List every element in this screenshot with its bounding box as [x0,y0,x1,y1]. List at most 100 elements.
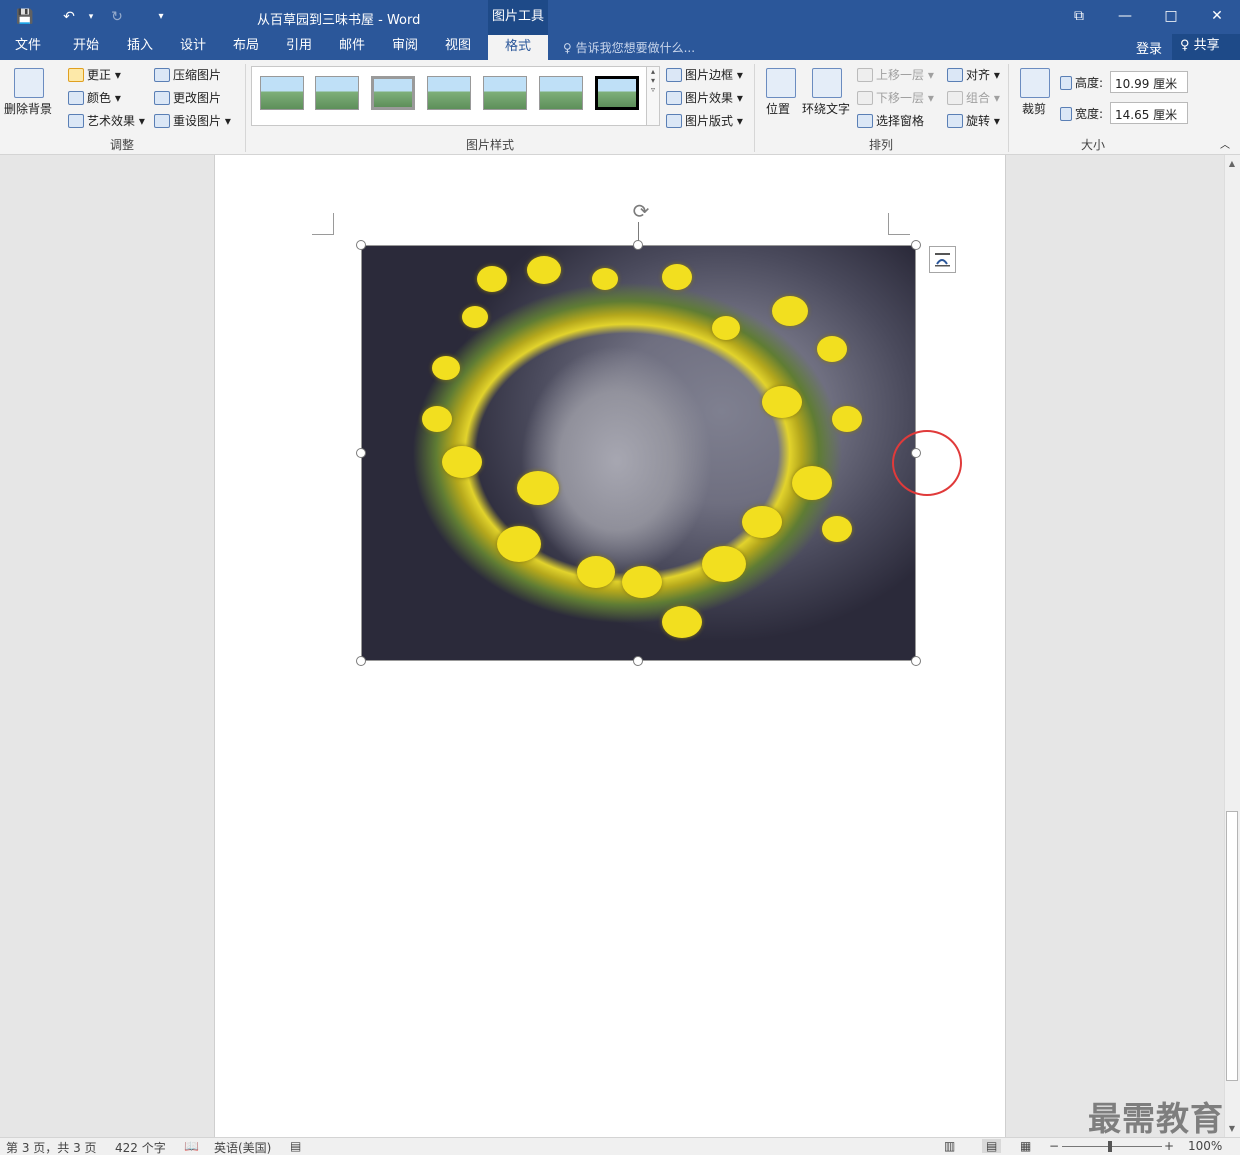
tab-mailings[interactable]: 邮件 [328,34,376,60]
height-input[interactable]: 10.99 厘米 [1110,71,1188,93]
picture-style-thumbnail[interactable] [315,76,359,110]
position-button[interactable]: 位置 [766,100,790,117]
tab-home[interactable]: 开始 [62,34,110,60]
tab-format[interactable]: 格式 [488,34,548,60]
wrap-text-icon[interactable] [812,68,842,98]
web-layout-icon[interactable]: ▦ [1020,1139,1031,1153]
color-icon [68,90,84,105]
tab-layout[interactable]: 布局 [222,34,270,60]
compress-label: 压缩图片 [173,68,222,82]
maximize-button[interactable]: □ [1158,4,1184,28]
resize-handle-bottom-left[interactable] [356,656,366,666]
position-icon[interactable] [766,68,796,98]
zoom-out-icon[interactable]: − [1049,1139,1059,1153]
picture-layout-button[interactable]: 图片版式 ▾ [666,112,743,129]
remove-background-button[interactable]: 删除背景 [4,100,52,117]
rotate-label: 旋转 ▾ [966,114,1000,128]
minimize-button[interactable]: — [1112,4,1138,28]
corrections-label: 更正 ▾ [87,68,121,82]
picture-style-thumbnail[interactable] [539,76,583,110]
send-backward-button[interactable]: 下移一层 ▾ [857,89,934,106]
scrollbar-thumb[interactable] [1226,811,1238,1081]
send-backward-label: 下移一层 ▾ [876,91,934,105]
word-count[interactable]: 422 个字 [115,1139,166,1155]
tab-references[interactable]: 引用 [275,34,323,60]
scroll-down-icon[interactable]: ▼ [1226,1123,1238,1135]
width-input[interactable]: 14.65 厘米 [1110,102,1188,124]
wrap-text-button[interactable]: 环绕文字 [802,100,850,117]
resize-handle-top-right[interactable] [911,240,921,250]
undo-dropdown-icon[interactable]: ▾ [80,6,102,28]
align-button[interactable]: 对齐 ▾ [947,66,1000,83]
resize-handle-bottom[interactable] [633,656,643,666]
zoom-slider-knob[interactable] [1108,1141,1112,1152]
send-backward-icon [857,90,873,105]
width-label: 宽度: [1060,105,1103,122]
bring-forward-button[interactable]: 上移一层 ▾ [857,66,934,83]
page-count[interactable]: 第 3 页，共 3 页 [6,1139,97,1155]
color-button[interactable]: 颜色 ▾ [68,89,121,106]
reset-picture-label: 重设图片 ▾ [173,114,231,128]
artistic-effects-button[interactable]: 艺术效果 ▾ [68,112,145,129]
picture-style-thumbnail[interactable] [371,76,415,110]
rotate-handle-icon[interactable]: ⟳ [629,200,653,224]
language[interactable]: 英语(美国) [214,1139,271,1155]
flower [622,566,662,598]
picture-style-thumbnail[interactable] [483,76,527,110]
sign-in-link[interactable]: 登录 [1136,38,1162,57]
selection-pane-button[interactable]: 选择窗格 [857,112,924,129]
picture-style-thumbnail[interactable] [260,76,304,110]
picture-effects-button[interactable]: 图片效果 ▾ [666,89,743,106]
picture-style-thumbnail[interactable] [427,76,471,110]
group-label-arrange: 排列 [869,138,894,152]
picture-effects-icon [666,90,682,105]
tell-me-search[interactable]: ♀ 告诉我您想要做什么... [563,39,695,56]
read-mode-icon[interactable]: ▥ [944,1139,955,1153]
change-picture-icon [154,90,170,105]
flower [822,516,852,542]
zoom-in-icon[interactable]: + [1164,1139,1174,1153]
change-picture-button[interactable]: 更改图片 [154,89,221,106]
ribbon-display-options-icon[interactable]: ⧉ [1066,4,1092,28]
scroll-up-icon[interactable]: ▲ [1226,158,1238,170]
group-label-size: 大小 [1081,138,1106,152]
resize-handle-top[interactable] [633,240,643,250]
crop-icon[interactable] [1020,68,1050,98]
group-button[interactable]: 组合 ▾ [947,89,1000,106]
tab-review[interactable]: 审阅 [381,34,429,60]
resize-handle-left[interactable] [356,448,366,458]
zoom-slider[interactable] [1062,1146,1162,1147]
print-layout-icon[interactable]: ▤ [982,1139,1002,1153]
compress-pictures-button[interactable]: 压缩图片 [154,66,221,83]
picture-border-button[interactable]: 图片边框 ▾ [666,66,743,83]
collapse-ribbon-icon[interactable]: ︿ [1220,136,1230,151]
macro-icon[interactable]: ▤ [290,1139,301,1153]
group-separator [245,64,246,152]
gallery-scroll[interactable]: ▴ ▾ ▿ [646,66,660,126]
undo-icon[interactable]: ↶ [58,6,80,28]
picture-style-thumbnail[interactable] [595,76,639,110]
tab-file[interactable]: 文件 [4,34,52,60]
close-button[interactable]: ✕ [1204,4,1230,28]
remove-background-icon[interactable] [14,68,44,98]
crop-button[interactable]: 裁剪 [1022,100,1046,117]
zoom-level[interactable]: 100% [1188,1139,1222,1153]
tab-view[interactable]: 视图 [434,34,482,60]
corrections-button[interactable]: 更正 ▾ [68,66,121,83]
margin-mark [888,213,910,235]
group-icon [947,90,963,105]
rotate-button[interactable]: 旋转 ▾ [947,112,1000,129]
tab-design[interactable]: 设计 [169,34,217,60]
resize-handle-bottom-right[interactable] [911,656,921,666]
redo-icon[interactable]: ↻ [106,6,128,28]
tab-insert[interactable]: 插入 [116,34,164,60]
share-button[interactable]: ♀ 共享 [1172,34,1240,60]
save-icon[interactable]: 💾 [14,6,36,28]
flower [772,296,808,326]
reset-picture-button[interactable]: 重设图片 ▾ [154,112,231,129]
layout-options-icon[interactable] [929,246,956,273]
resize-handle-top-left[interactable] [356,240,366,250]
customize-qat-icon[interactable]: ▾ [150,6,172,28]
selected-picture[interactable] [361,245,916,661]
proofing-icon[interactable]: 📖 [184,1139,199,1153]
